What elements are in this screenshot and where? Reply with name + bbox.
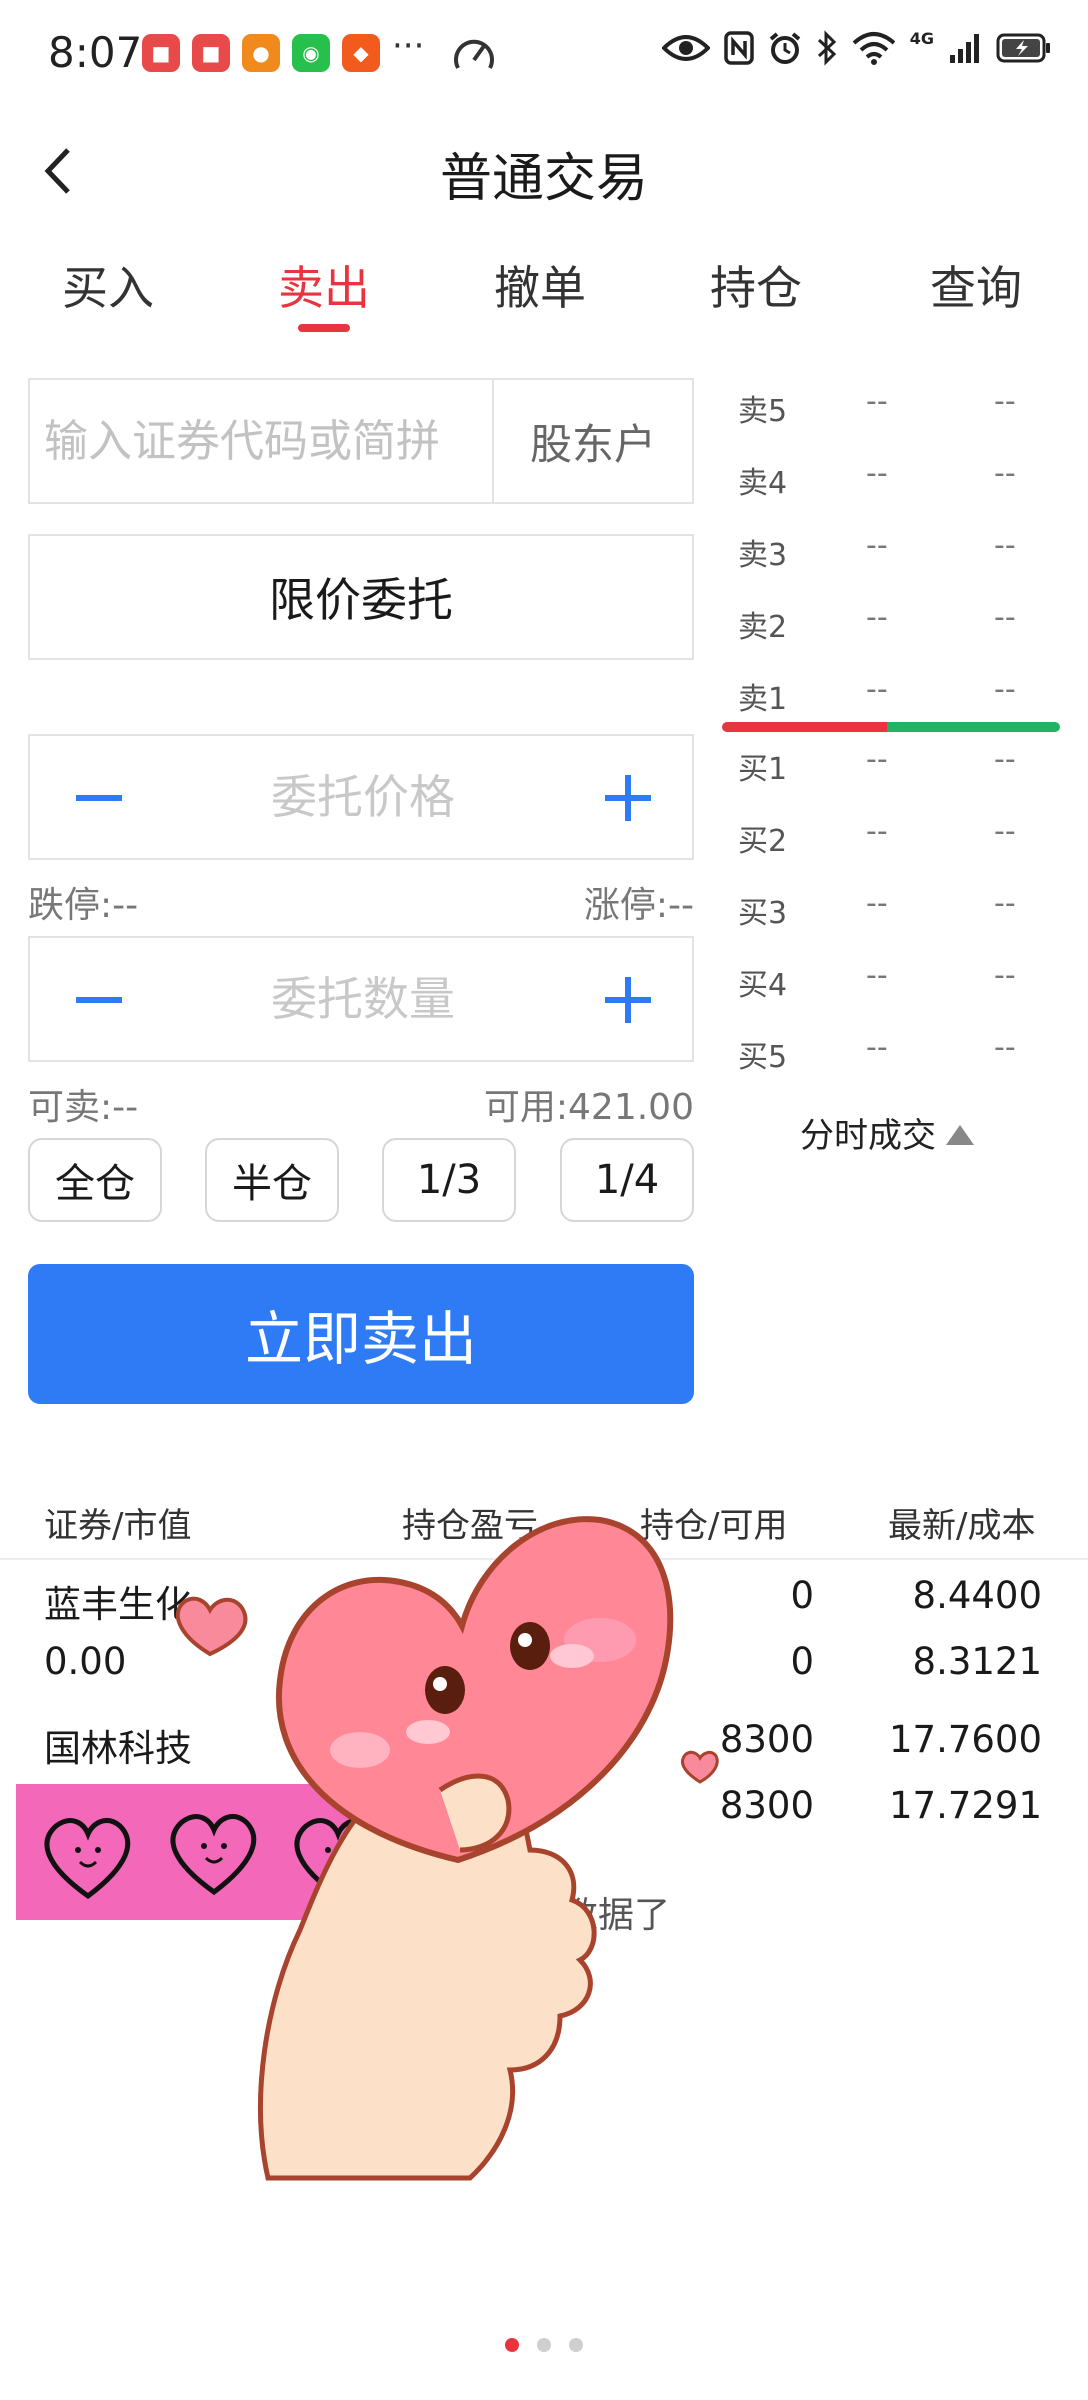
latest-price: 17.7600 <box>888 1718 1042 1761</box>
red-book-icon: ■ <box>142 34 180 72</box>
network-type: 4G <box>909 28 934 48</box>
price-decrease-icon[interactable] <box>68 770 128 826</box>
quantity-increase-icon[interactable] <box>600 972 656 1028</box>
ask-row: 卖5 -- -- <box>738 384 1016 429</box>
pink-hearts-banner <box>16 1784 430 1920</box>
tab-query[interactable]: 查询 <box>896 252 1056 318</box>
alarm-icon <box>769 32 801 64</box>
wifi-icon <box>852 32 896 65</box>
speedometer-icon <box>454 39 494 69</box>
page-indicator <box>0 2338 1088 2352</box>
wechat-icon: ◉ <box>292 34 330 72</box>
red-book-icon: ■ <box>192 34 230 72</box>
page-dot[interactable] <box>569 2338 583 2352</box>
price-increase-icon[interactable] <box>600 770 656 826</box>
limit-down-label: 跌停:-- <box>28 885 139 926</box>
page-dot[interactable] <box>505 2338 519 2352</box>
available-qty: 0 <box>790 1640 814 1683</box>
page-title: 普通交易 <box>439 149 648 209</box>
tab-cancel[interactable]: 撤单 <box>460 252 620 318</box>
tab-sell[interactable]: 卖出 <box>244 252 404 318</box>
order-type-select[interactable]: 限价委托 <box>28 534 694 660</box>
available-funds-label: 可用:421.00 <box>483 1087 694 1128</box>
eye-icon <box>661 35 710 61</box>
trade-tabs: 买入 卖出 撤单 持仓 查询 <box>0 252 1088 332</box>
status-time: 8:07 <box>48 28 143 77</box>
triangle-up-icon <box>946 1125 974 1145</box>
sellable-label: 可卖:-- <box>28 1087 139 1128</box>
available-qty: 8300 <box>719 1784 814 1827</box>
small-heart-icon <box>681 1750 719 1784</box>
col-security: 证券/市值 <box>44 1506 192 1546</box>
tab-holdings[interactable]: 持仓 <box>676 252 836 318</box>
full-position-button[interactable]: 全仓 <box>28 1138 162 1222</box>
nfc-icon <box>723 31 754 65</box>
market-value: 0.00 <box>44 1640 127 1683</box>
time-sales-toggle[interactable]: 分时成交 <box>800 1108 974 1157</box>
price-stepper <box>28 734 694 860</box>
ask-row: 卖1 -- -- <box>738 672 1016 717</box>
bluetooth-icon <box>817 30 836 66</box>
security-code-input[interactable] <box>30 380 494 502</box>
latest-price: 8.4400 <box>912 1574 1042 1617</box>
taobao-icon: ◆ <box>342 34 380 72</box>
price-input[interactable] <box>150 736 576 858</box>
bid-ratio <box>887 722 1060 732</box>
bid-row: 买2 -- -- <box>738 814 1016 859</box>
bid-row: 买1 -- -- <box>738 742 1016 787</box>
ask-row: 卖4 -- -- <box>738 456 1016 501</box>
bid-row: 买3 -- -- <box>738 886 1016 931</box>
quantity-decrease-icon[interactable] <box>68 972 128 1028</box>
ask-ratio <box>722 722 887 732</box>
heart-hand-sticker <box>175 1516 719 2181</box>
status-bar: 8:07 ■ ■ ● ◉ ◆ ··· 4G <box>0 0 1088 110</box>
active-tab-indicator <box>298 324 350 332</box>
bid-row: 买5 -- -- <box>738 1030 1016 1075</box>
quarter-position-button[interactable]: 1/4 <box>560 1138 694 1222</box>
system-icons: 4G <box>661 28 1052 66</box>
col-price: 最新/成本 <box>888 1506 1036 1546</box>
tab-buy[interactable]: 买入 <box>28 252 188 318</box>
quantity-input[interactable] <box>150 938 576 1060</box>
cost-price: 17.7291 <box>888 1784 1042 1827</box>
holding-qty: 8300 <box>719 1718 814 1761</box>
battery-charging-icon <box>996 33 1050 63</box>
holding-qty: 0 <box>790 1574 814 1617</box>
signal-icon <box>950 34 979 63</box>
bid-ask-ratio-bar <box>722 722 1060 732</box>
ask-row: 卖3 -- -- <box>738 528 1016 573</box>
security-code-field[interactable] <box>28 378 494 504</box>
page-dot[interactable] <box>537 2338 551 2352</box>
shareholder-account-button[interactable]: 股东户 <box>492 378 694 504</box>
three-hearts-icon <box>44 1814 381 1900</box>
bid-row: 买4 -- -- <box>738 958 1016 1003</box>
col-holding: 持仓/可用 <box>640 1506 788 1546</box>
positions-header: 证券/市值 持仓盈亏 持仓/可用 最新/成本 <box>0 1490 1088 1560</box>
cost-price: 8.3121 <box>912 1640 1042 1683</box>
notification-icons: ■ ■ ● ◉ ◆ <box>142 34 380 72</box>
ask-row: 卖2 -- -- <box>738 600 1016 645</box>
half-position-button[interactable]: 半仓 <box>205 1138 339 1222</box>
security-name: 国林科技 <box>44 1727 192 1770</box>
third-position-button[interactable]: 1/3 <box>382 1138 516 1222</box>
col-pnl: 持仓盈亏 <box>402 1506 538 1546</box>
quantity-stepper <box>28 936 694 1062</box>
security-name: 蓝丰生化 <box>44 1583 192 1626</box>
more-notifications: ··· <box>392 26 425 66</box>
orange-app-icon: ● <box>242 34 280 72</box>
limit-up-label: 涨停:-- <box>583 885 694 926</box>
sell-now-button[interactable]: 立即卖出 <box>28 1264 694 1404</box>
